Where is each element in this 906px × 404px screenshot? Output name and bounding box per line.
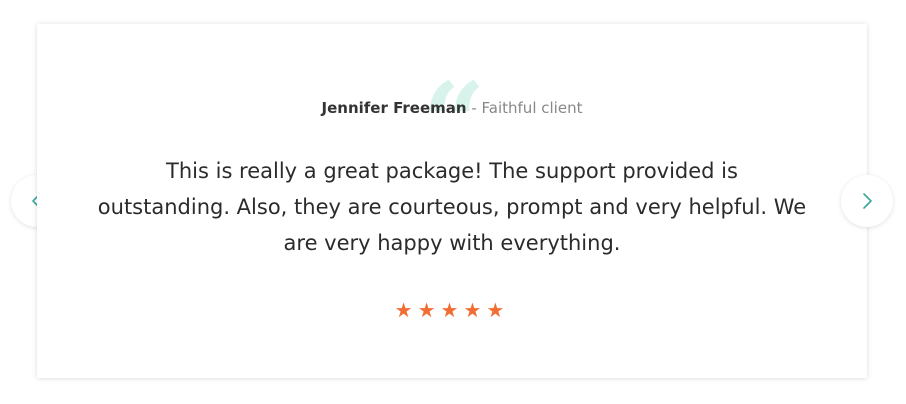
author-separator: - bbox=[466, 99, 482, 117]
chevron-right-icon bbox=[860, 192, 874, 210]
testimonial-card: “ Jennifer Freeman - Faithful client Thi… bbox=[37, 24, 867, 378]
author-role: Faithful client bbox=[481, 99, 583, 117]
next-slide-button[interactable] bbox=[841, 175, 893, 227]
author-name: Jennifer Freeman bbox=[321, 99, 467, 117]
author-line: Jennifer Freeman - Faithful client bbox=[37, 98, 867, 118]
testimonial-slider: “ Jennifer Freeman - Faithful client Thi… bbox=[0, 0, 906, 404]
star-rating: ★★★★★ bbox=[394, 298, 510, 322]
testimonial-text: This is really a great package! The supp… bbox=[97, 159, 807, 255]
